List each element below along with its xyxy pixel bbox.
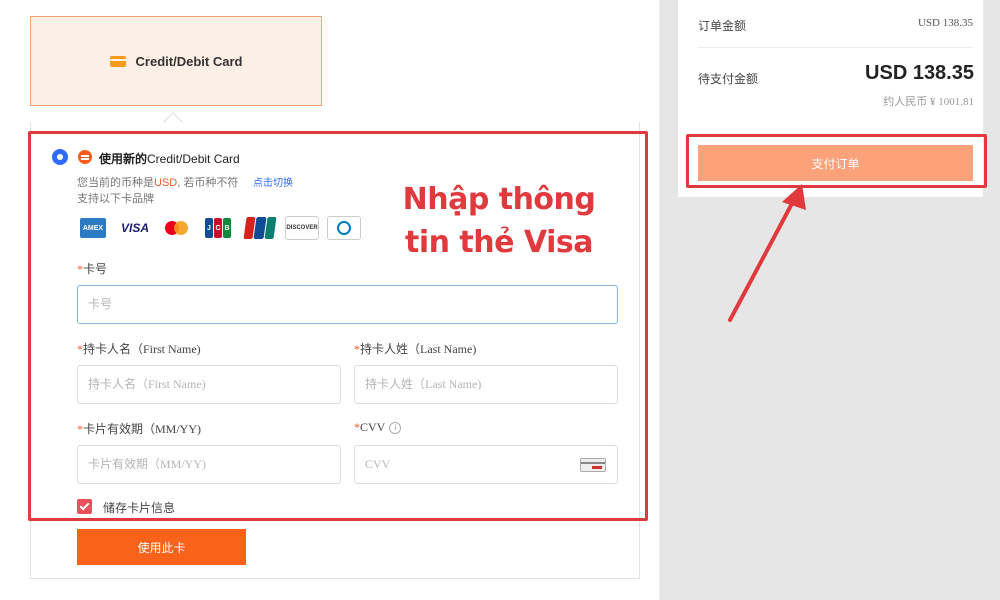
payment-tab-card[interactable]: Credit/Debit Card	[30, 16, 322, 106]
summary-divider	[698, 47, 973, 48]
annotation-arrow	[728, 184, 806, 322]
amount-due-value: USD 138.35	[865, 62, 974, 84]
payment-tab-label: Credit/Debit Card	[135, 53, 243, 69]
order-amount-value: USD 138.35	[917, 17, 973, 29]
annotation-highlight-form	[28, 131, 648, 521]
rmb-equivalent: 约人民币 ¥ 1001.81	[883, 96, 974, 108]
use-card-button[interactable]: 使用此卡	[77, 529, 246, 565]
amount-due-label: 待支付金额	[698, 72, 759, 86]
credit-card-icon	[109, 55, 126, 67]
order-amount-label: 订单金额	[698, 19, 747, 33]
